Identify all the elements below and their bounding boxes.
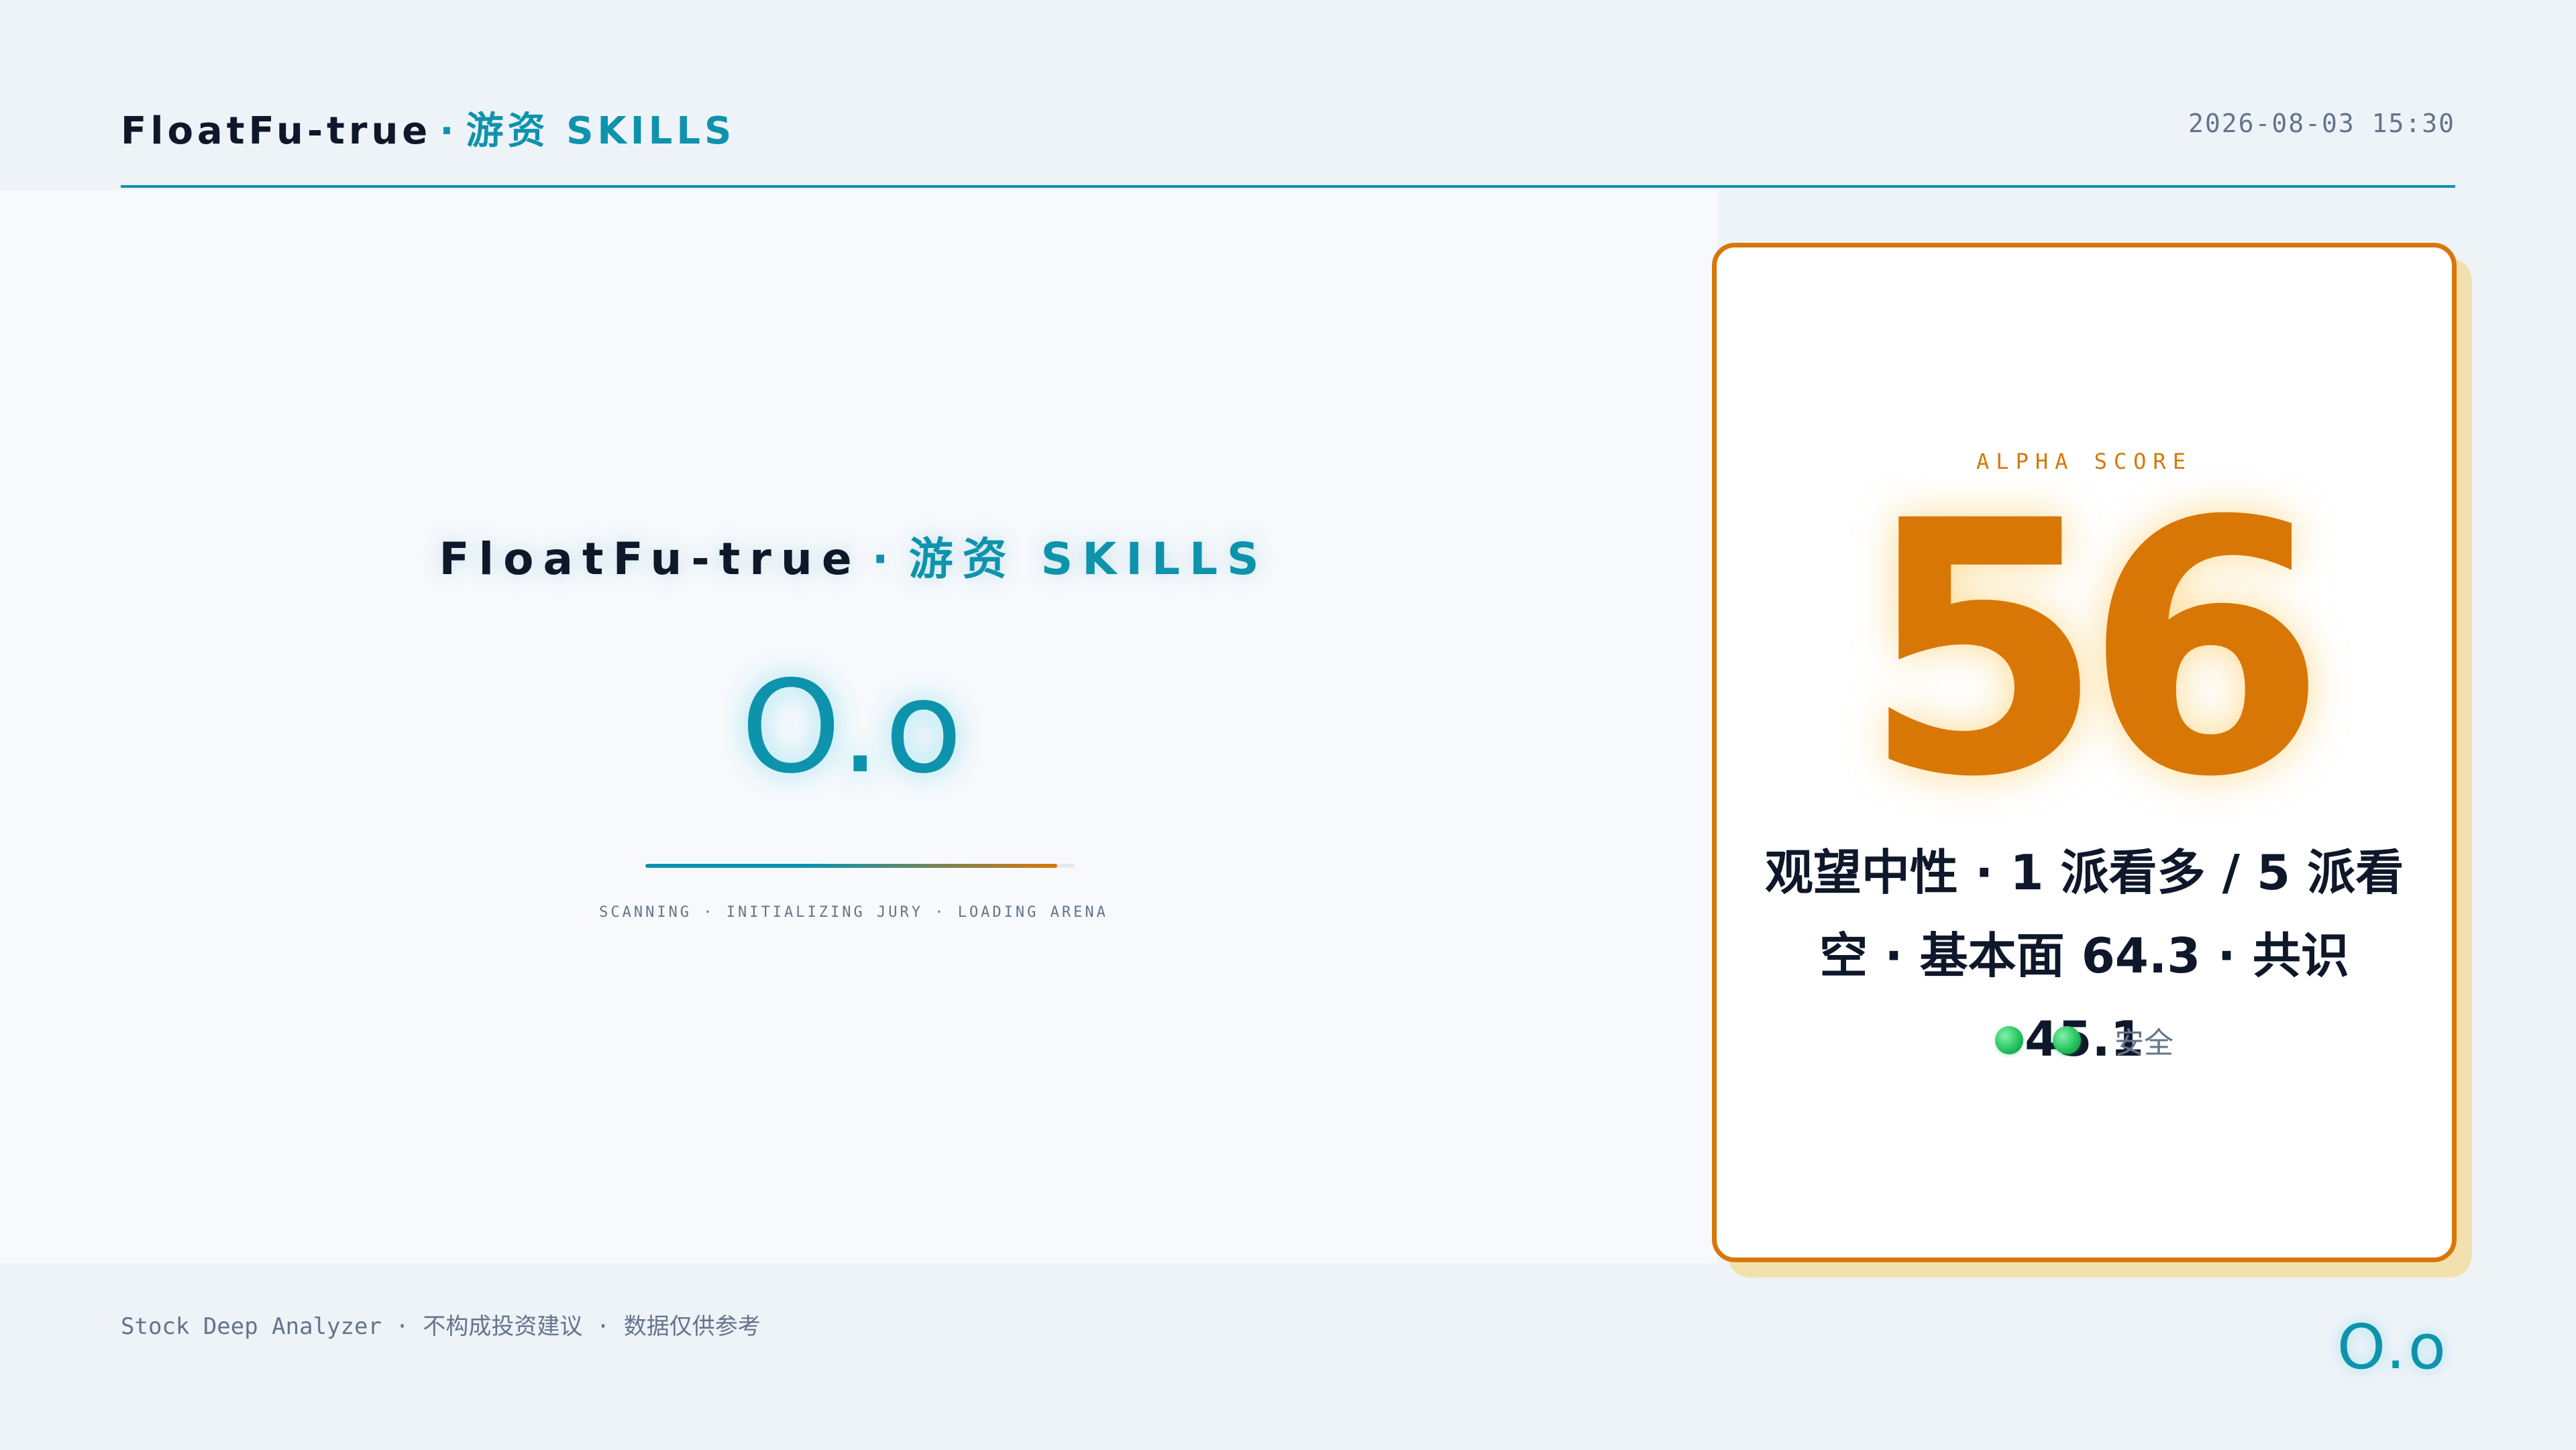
- loader-brand-separator: ·: [871, 533, 898, 585]
- header-brand-suffix: 游资 SKILLS: [466, 109, 736, 153]
- loader-brand: FloatFu-true · 游资 SKILLS: [0, 523, 1707, 588]
- status-label: 安全: [2114, 1026, 2174, 1060]
- score-card-status: 安全: [1717, 1019, 2452, 1062]
- header-brand-separator: ·: [439, 109, 458, 153]
- header-brand: FloatFu-true · 游资 SKILLS: [121, 101, 735, 154]
- green-dot-icon: [1995, 1026, 2023, 1054]
- score-card: ALPHA SCORE 56 观望中性 · 1 派看多 / 5 派看空 · 基本…: [1712, 243, 2457, 1262]
- loader-brand-name: FloatFu-true: [439, 533, 861, 585]
- loader-progress-bar: [645, 864, 1075, 868]
- footer-disclaimer: Stock Deep Analyzer · 不构成投资建议 · 数据仅供参考: [121, 1313, 761, 1340]
- green-dot-icon: [2053, 1026, 2081, 1054]
- loader-brand-suffix: 游资 SKILLS: [908, 533, 1269, 585]
- header-timestamp: 2026-08-03 15:30: [2188, 109, 2455, 138]
- loader-logo: O.o: [741, 653, 967, 801]
- header-brand-name: FloatFu-true: [121, 109, 432, 153]
- loader-progress-fill: [645, 864, 1058, 868]
- footer-logo: O.o: [2337, 1311, 2449, 1383]
- loader-status-text: SCANNING · INITIALIZING JURY · LOADING A…: [599, 904, 1108, 921]
- header-bar: FloatFu-true · 游资 SKILLS 2026-08-03 15:30: [121, 0, 2455, 188]
- alpha-score-value: 56: [1862, 447, 2327, 853]
